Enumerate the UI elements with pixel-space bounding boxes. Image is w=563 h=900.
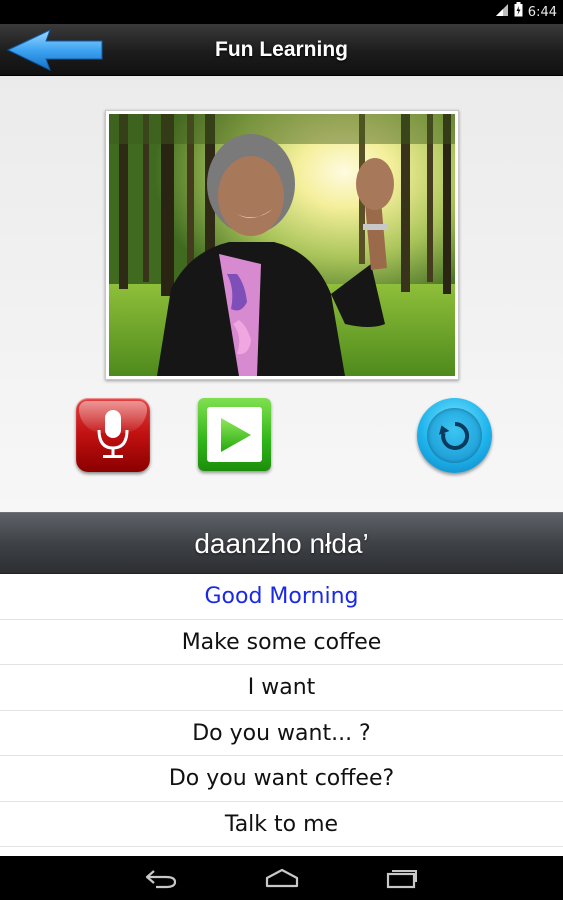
recent-apps-icon — [386, 870, 417, 889]
home-nav-icon — [265, 868, 299, 888]
nav-home-button[interactable] — [252, 862, 312, 894]
back-arrow-icon — [6, 29, 103, 71]
navigation-bar — [0, 856, 563, 900]
nav-recent-apps-button[interactable] — [372, 862, 432, 894]
back-nav-icon — [145, 870, 177, 889]
replay-button[interactable] — [417, 398, 492, 473]
play-button-face — [207, 407, 262, 462]
play-button[interactable] — [198, 398, 271, 471]
lesson-panel — [0, 76, 563, 512]
status-bar: 6:44 — [0, 0, 563, 24]
woman-waving-in-forest-photo — [109, 114, 455, 376]
list-item[interactable]: I want — [0, 665, 563, 711]
native-word: daanzho nłda’ — [194, 528, 369, 559]
play-icon — [220, 417, 251, 452]
replay-button-face — [427, 408, 482, 463]
replay-icon — [438, 421, 469, 450]
list-item[interactable]: Do you want... ? — [0, 711, 563, 756]
status-time: 6:44 — [527, 4, 557, 20]
app-header: Fun Learning — [0, 24, 563, 76]
list-item[interactable]: Do you want coffee? — [0, 756, 563, 802]
battery-icon — [514, 2, 523, 22]
nav-back-button[interactable] — [131, 862, 191, 894]
back-button[interactable] — [6, 28, 104, 72]
list-item[interactable]: Talk to me — [0, 802, 563, 847]
list-item[interactable]: Good Morning — [0, 574, 563, 620]
record-button[interactable] — [76, 398, 150, 472]
list-item[interactable]: Make some coffee — [0, 620, 563, 665]
phrase-list: Good Morning Make some coffee I want Do … — [0, 574, 563, 856]
microphone-icon — [97, 410, 129, 458]
photo-frame — [105, 110, 459, 380]
word-banner: daanzho nłda’ — [0, 512, 563, 574]
status-icons: 6:44 — [495, 2, 557, 22]
signal-icon — [495, 3, 509, 22]
